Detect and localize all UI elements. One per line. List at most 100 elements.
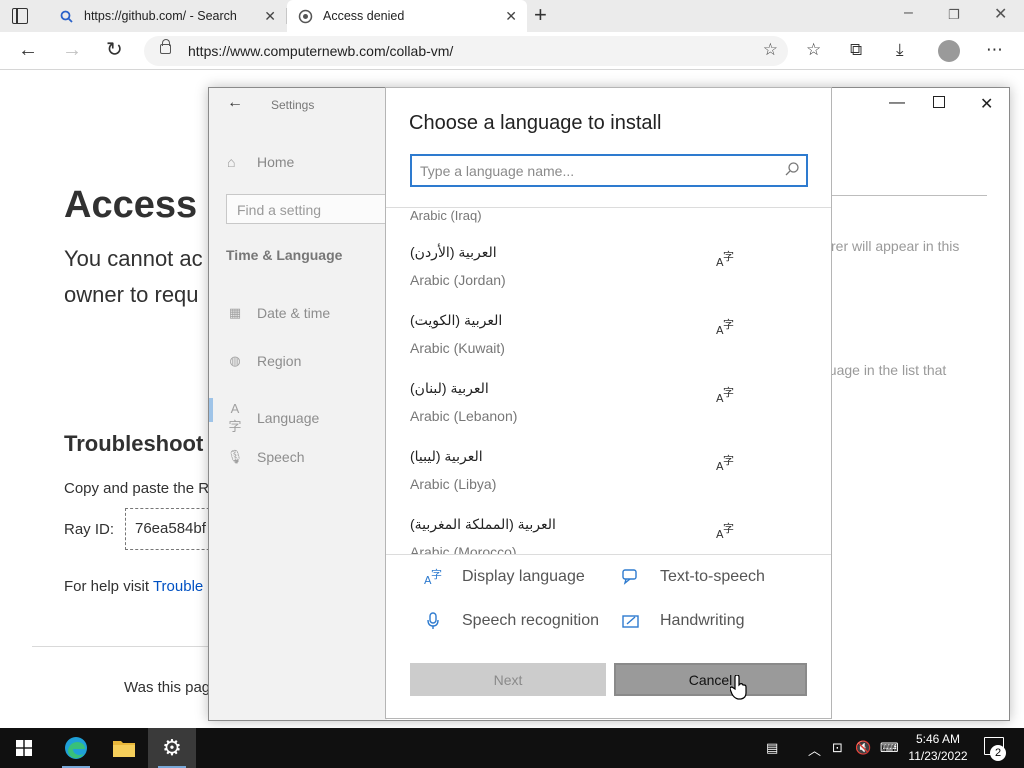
help-text: For help visit Trouble [64,578,203,595]
language-list[interactable]: Arabic (Iraq) العربية (الأردن) Arabic (J… [386,207,831,555]
refresh-icon[interactable]: ↻ [106,38,123,62]
help-link[interactable]: Trouble [153,578,203,595]
browser-tab-bar: https://github.com/ - Search ✕ Access de… [0,0,1024,32]
close-tab-icon[interactable]: ✕ [505,8,517,25]
language-item[interactable]: العربية (لبنان) Arabic (Lebanon) A字 [386,380,831,448]
section-heading: Time & Language [226,247,343,263]
language-item[interactable]: العربية (الكويت) Arabic (Kuwait) A字 [386,312,831,380]
handwriting-icon [620,613,642,629]
home-icon: ⌂ [227,154,236,170]
system-clock[interactable]: 5:46 AM 11/23/2022 [906,731,970,765]
nav-item-speech[interactable]: 🎙 Speech [226,449,305,465]
tab-actions-icon[interactable] [12,8,28,24]
feature-label: Display language [462,568,585,585]
selected-indicator [209,398,213,422]
network-icon[interactable]: ⊡ [832,740,843,756]
minimize-icon[interactable]: – [904,4,913,22]
settings-taskbar-button[interactable]: ⚙ [148,728,196,768]
forward-icon[interactable]: → [62,38,82,62]
language-item[interactable]: العربية (ليبيا) Arabic (Libya) A字 [386,448,831,516]
folder-icon [113,741,135,757]
url-text[interactable]: https://www.computernewb.com/collab-vm/ [188,43,453,59]
edge-taskbar-button[interactable] [52,728,100,768]
collections-icon[interactable]: ⧉ [850,40,862,60]
find-setting-input[interactable]: Find a setting [226,194,396,224]
display-language-icon: A字 [716,454,734,472]
downloads-icon[interactable]: ⤓ [896,40,904,60]
tab-title: Access denied [323,9,405,23]
nav-label: Region [257,353,302,369]
search-icon [58,8,74,24]
add-favorite-icon[interactable]: ☆ [763,40,778,60]
nav-label: Speech [257,449,305,465]
file-explorer-taskbar-button[interactable] [100,728,148,768]
language-search-box[interactable] [410,154,808,187]
english-name: Arabic (Lebanon) [410,408,518,424]
hand-cursor-icon [730,675,747,700]
gear-icon: ⚙ [162,735,182,760]
feature-speech-recognition: Speech recognition [422,612,599,630]
language-description: guage in the list that [821,362,947,378]
new-tab-button[interactable]: + [534,4,547,26]
display-language-icon: A字 [422,568,444,586]
tab-github-search[interactable]: https://github.com/ - Search ✕ [44,0,286,32]
settings-sidebar: ← Settings ⌂ Home Find a setting Time & … [209,88,396,720]
page-title: Access d [64,184,231,226]
lock-icon[interactable] [160,39,171,54]
english-name: Arabic (Libya) [410,476,497,492]
nav-label: Language [257,410,320,426]
address-bar[interactable]: https://www.computernewb.com/collab-vm/ … [144,36,788,66]
feature-handwriting: Handwriting [620,612,744,630]
native-name: العربية (ليبيا) [410,448,483,464]
close-tab-icon[interactable]: ✕ [264,8,276,25]
language-icon: A字 [228,401,242,434]
nav-item-language[interactable]: A字 Language [226,401,319,435]
language-description: rer will appear in this [831,238,960,254]
language-item[interactable]: العربية (الأردن) Arabic (Jordan) A字 [386,244,831,312]
next-button[interactable]: Next [410,663,606,696]
native-name: العربية (لبنان) [410,380,489,396]
nav-item-date-time[interactable]: ▦ Date & time [226,305,330,321]
maximize-icon[interactable] [933,96,945,108]
keyboard-layout-icon[interactable]: ▤ [766,740,778,756]
notification-count-badge: 2 [990,745,1006,761]
feedback-prompt: Was this pag [124,679,211,696]
globe-icon: ◍ [229,353,241,368]
tab-access-denied[interactable]: Access denied ✕ [287,0,527,32]
page-subtitle: owner to requ [64,282,199,307]
volume-muted-icon[interactable]: 🔇 [855,740,871,756]
native-name: العربية (المملكة المغربية) [410,516,556,532]
nav-item-region[interactable]: ◍ Region [226,353,301,369]
tab-title: https://github.com/ - Search [84,9,237,23]
copy-instructions: Copy and paste the R [64,480,210,497]
dropdown-underline [831,195,987,196]
svg-text:字: 字 [723,250,734,263]
list-item-partial[interactable]: Arabic (Iraq) [410,208,482,223]
search-icon[interactable] [784,161,800,177]
restore-icon[interactable]: ❐ [948,7,960,23]
language-item[interactable]: العربية (المملكة المغربية) Arabic (Moroc… [386,516,831,554]
more-options-icon[interactable]: ⋯ [986,40,1003,60]
cancel-button[interactable]: Cancel [614,663,807,696]
close-window-icon[interactable]: ✕ [994,4,1007,24]
microphone-icon: 🎙 [226,449,244,464]
show-hidden-icons-icon[interactable]: ︿ [808,740,821,759]
feature-label: Handwriting [660,612,745,629]
svg-text:字: 字 [723,318,734,331]
feature-display-language: A字 Display language [422,568,585,586]
feature-label: Text-to-speech [660,568,765,585]
language-search-input[interactable] [420,161,760,181]
profile-avatar[interactable] [938,40,960,62]
minimize-icon[interactable]: — [889,94,905,112]
display-language-icon: A字 [716,250,734,268]
home-nav-item[interactable]: ⌂ Home [227,154,294,170]
back-icon[interactable]: ← [18,38,38,62]
back-icon[interactable]: ← [227,94,243,112]
close-window-icon[interactable]: ✕ [980,94,993,114]
touch-keyboard-icon[interactable]: ⌨ [880,740,899,756]
svg-text:字: 字 [723,386,734,399]
feature-label: Speech recognition [462,612,599,629]
choose-language-dialog: Choose a language to install Arabic (Ira… [385,87,832,719]
windows-start-icon[interactable] [16,740,32,756]
favorites-icon[interactable]: ☆ [806,40,821,60]
